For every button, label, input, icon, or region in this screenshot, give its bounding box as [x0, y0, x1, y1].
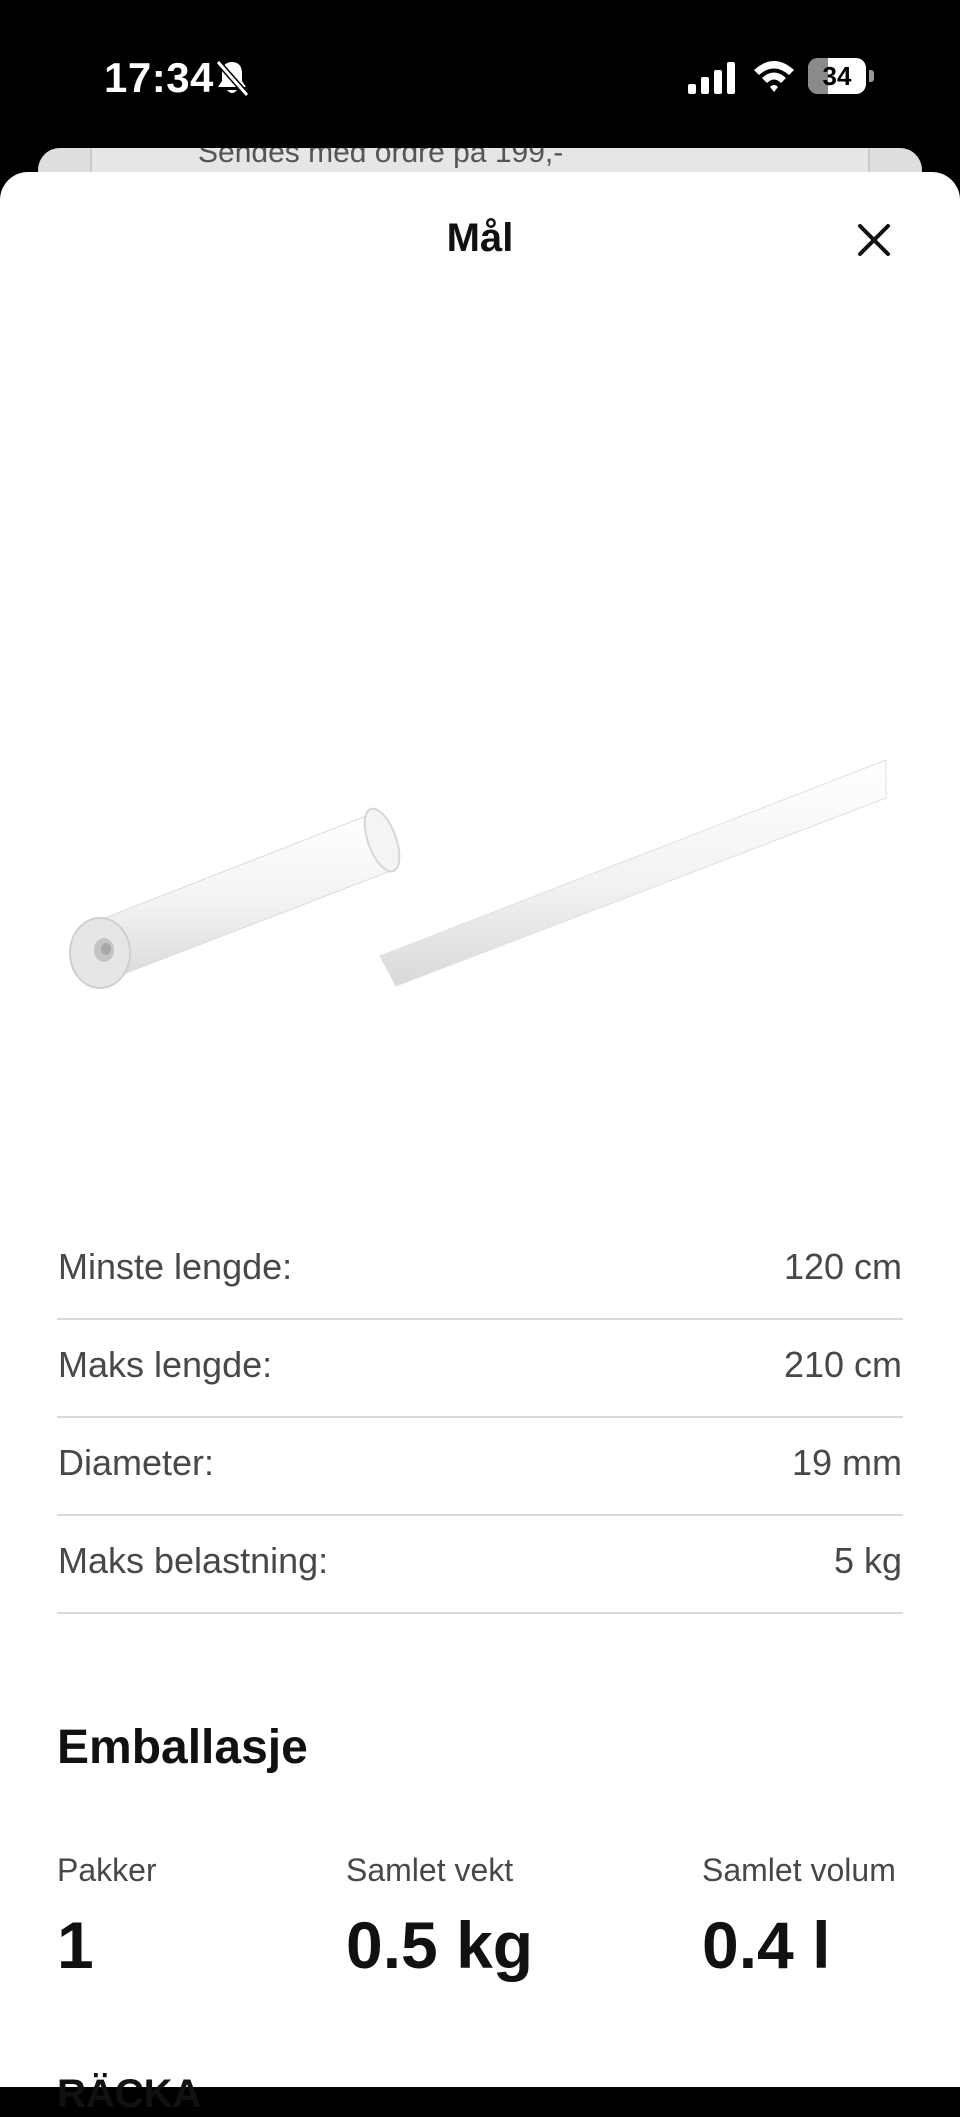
dimension-label: Maks lengde:: [58, 1344, 273, 1385]
dimension-row: Maks lengde: 210 cm: [57, 1320, 903, 1418]
dimension-label: Diameter:: [58, 1442, 215, 1483]
packaging-value: 0.4 l: [702, 1908, 831, 1982]
dimension-value: 5 kg: [833, 1540, 902, 1581]
packaging-item-weight: Samlet vekt 0.5 kg: [346, 1852, 533, 1983]
dimension-row: Diameter: 19 mm: [57, 1418, 903, 1516]
dimension-value: 19 mm: [791, 1442, 902, 1483]
packaging-value: 1: [57, 1908, 94, 1982]
packaging-item-packages: Pakker 1: [57, 1852, 157, 1983]
dimensions-sheet: Mål Minste lengde: 120 cm Maks lengde: 2…: [0, 172, 960, 2116]
close-icon: [858, 224, 890, 256]
dimension-row: Maks belastning: 5 kg: [57, 1516, 903, 1614]
curtain-rod-image: [69, 759, 887, 989]
packaging-label: Pakker: [57, 1852, 157, 1888]
packaging-label: Samlet vekt: [346, 1852, 514, 1888]
dimension-row: Minste lengde: 120 cm: [57, 1222, 903, 1320]
packaging-label: Samlet volum: [702, 1852, 896, 1888]
dimension-label: Minste lengde:: [58, 1246, 293, 1287]
shipping-note: Sendes med ordre på 199,-: [198, 148, 564, 169]
status-time: 17:34: [104, 54, 214, 101]
status-bar: 17:34 34: [0, 0, 960, 150]
packaging-item-volume: Samlet volum 0.4 l: [702, 1852, 896, 1983]
battery-indicator: 34: [808, 58, 874, 94]
package-name-heading: RÄCKA: [57, 2072, 202, 2116]
dimension-label: Maks belastning:: [58, 1540, 329, 1581]
dimension-value: 210 cm: [783, 1344, 902, 1385]
packaging-title: Emballasje: [57, 1721, 308, 1774]
packaging-value: 0.5 kg: [346, 1908, 534, 1982]
cellular-signal-icon: [688, 62, 735, 94]
bell-muted-icon: [215, 60, 250, 97]
sheet-title: Mål: [446, 216, 514, 260]
dimensions-list: Minste lengde: 120 cm Maks lengde: 210 c…: [57, 1222, 903, 1614]
close-button[interactable]: [846, 212, 902, 268]
wifi-icon: [754, 61, 794, 92]
battery-percentage: 34: [822, 61, 852, 91]
dimension-value: 120 cm: [783, 1246, 902, 1287]
